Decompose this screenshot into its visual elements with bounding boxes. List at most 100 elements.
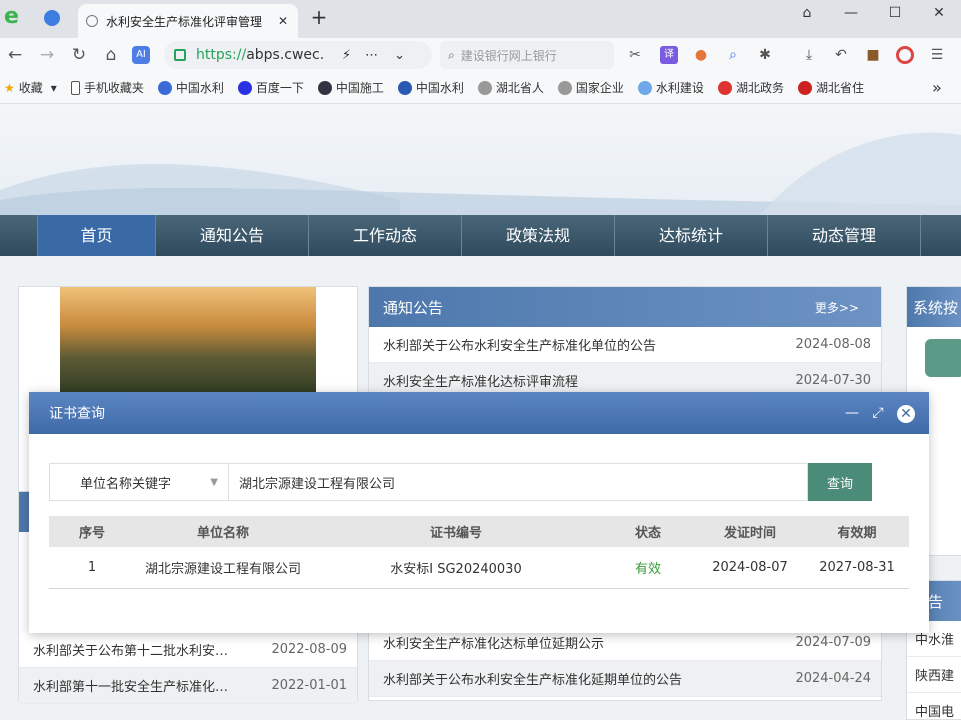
nav-item[interactable]: 首页 [38, 215, 156, 256]
send-icon[interactable] [44, 10, 60, 26]
chevron-down-icon: ▾ [50, 80, 57, 95]
nav-item[interactable]: 工作动态 [309, 215, 462, 256]
bookmark-item[interactable]: 中国水利 [397, 79, 464, 96]
news-title[interactable]: 陕西建 [915, 665, 954, 684]
nav-item[interactable]: 达标统计 [615, 215, 768, 256]
reload-button[interactable]: ↻ [68, 44, 90, 66]
browser-logo-icon[interactable]: e [4, 6, 26, 28]
news-title[interactable]: 水利安全生产标准化达标评审流程 [383, 371, 578, 390]
bookmark-item[interactable]: 中国水利 [157, 79, 224, 96]
tab-close-icon[interactable]: ✕ [276, 14, 290, 28]
globe-icon [557, 80, 572, 95]
notice-panel-header: 通知公告 更多>> [369, 287, 881, 327]
select-value: 单位名称关键字 [80, 476, 172, 492]
news-row[interactable]: 中国电 [907, 693, 961, 720]
bookmark-item[interactable]: 国家企业 [557, 79, 624, 96]
column-header: 发证时间 [695, 516, 805, 547]
bookmark-item[interactable]: 湖北省人 [477, 79, 544, 96]
close-icon[interactable]: ✕ [897, 405, 915, 423]
forward-button[interactable]: → [36, 44, 58, 66]
search-type-select[interactable]: 单位名称关键字 ▼ [49, 463, 229, 501]
minimize-button[interactable]: — [836, 2, 866, 24]
game-icon[interactable]: ● [692, 46, 710, 64]
bookmark-item[interactable]: 中国施工 [317, 79, 384, 96]
news-title[interactable]: 水利部第十一批安全生产标准化… [33, 676, 228, 695]
news-row[interactable]: 水利部关于公布水利安全生产标准化单位的公告 2024-08-08 [369, 327, 881, 363]
certificate-number-cell: 水安标Ⅰ SG20240030 [311, 547, 601, 589]
more-icon[interactable]: ⋯ [365, 48, 378, 63]
landscape-image[interactable] [60, 287, 316, 397]
table-row[interactable]: 1 湖北宗源建设工程有限公司 水安标Ⅰ SG20240030 有效 2024-0… [49, 547, 909, 589]
profile-icon[interactable] [896, 46, 914, 64]
browser-tab[interactable]: 水利安全生产标准化评审管理 ✕ [78, 4, 298, 38]
lock-icon [174, 49, 186, 61]
news-row[interactable]: 水利部第十一批安全生产标准化… 2022-01-01 [19, 668, 357, 704]
news-title[interactable]: 水利安全生产标准化达标单位延期公示 [383, 633, 604, 652]
bookmark-item[interactable]: 湖北政务 [717, 79, 784, 96]
news-title[interactable]: 水利部关于公布水利安全生产标准化延期单位的公告 [383, 669, 682, 688]
column-header: 证书编号 [311, 516, 601, 547]
page-banner [0, 105, 961, 215]
status-cell: 有效 [601, 547, 695, 589]
nav-item[interactable]: 动态管理 [768, 215, 921, 256]
back-button[interactable]: ← [4, 44, 26, 66]
chevron-down-icon: ▼ [210, 476, 218, 488]
news-date: 2022-08-09 [271, 642, 347, 657]
address-bar[interactable]: https://abps.cwec. ⚡ ⋯ ⌄ [164, 41, 432, 69]
globe-icon [86, 15, 98, 27]
bookmark-item[interactable]: 水利建设 [637, 79, 704, 96]
nav-item[interactable]: 政策法规 [462, 215, 615, 256]
url-scheme: https:// [196, 47, 247, 63]
news-title[interactable]: 水利部关于公布第十二批水利安… [33, 640, 228, 659]
more-bookmarks-icon[interactable]: » [932, 78, 942, 97]
bookmark-item[interactable]: 百度一下 [237, 79, 304, 96]
news-title[interactable]: 水利部关于公布水利安全生产标准化单位的公告 [383, 335, 656, 354]
menu-icon[interactable]: ☰ [928, 46, 946, 64]
table-header-row: 序号 单位名称 证书编号 状态 发证时间 有效期 [49, 516, 909, 547]
query-button[interactable]: 查询 [808, 463, 872, 501]
news-row[interactable]: 陕西建 [907, 657, 961, 693]
bookmark-item[interactable]: 湖北省住 [797, 79, 864, 96]
row-number: 1 [49, 547, 135, 589]
news-date: 2024-08-08 [795, 337, 871, 352]
unit-name-input[interactable] [229, 463, 808, 501]
home-icon[interactable]: ⌂ [100, 44, 122, 66]
maximize-icon[interactable]: ⤢ [869, 404, 887, 422]
shirt-icon[interactable]: ⌂ [792, 2, 822, 24]
search-input[interactable]: ⌕ 建设银行网上银行 [440, 41, 614, 69]
minimize-icon[interactable]: — [843, 404, 861, 422]
undo-icon[interactable]: ↶ [832, 46, 850, 64]
search-icon: ⌕ [448, 47, 455, 62]
news-row[interactable]: 水利部关于公布第十二批水利安… 2022-08-09 [19, 632, 357, 668]
news-title[interactable]: 中国电 [915, 701, 954, 720]
expiry-date-cell: 2027-08-31 [805, 547, 909, 589]
more-link[interactable]: 更多>> [815, 299, 859, 316]
ai-icon[interactable]: AI [132, 46, 150, 64]
tab-title: 水利安全生产标准化评审管理 [106, 14, 263, 29]
nav-item[interactable]: 通知公告 [156, 215, 309, 256]
browser-toolbar: ← → ↻ ⌂ AI https://abps.cwec. ⚡ ⋯ ⌄ ⌕ 建设… [0, 38, 961, 72]
chevron-down-icon[interactable]: ⌄ [394, 48, 405, 63]
site-icon [317, 80, 332, 95]
translate-icon[interactable]: 译 [660, 46, 678, 64]
news-date: 2022-01-01 [271, 678, 347, 693]
bookmark-item[interactable]: 手机收藏夹 [70, 79, 144, 96]
magnifier-icon[interactable]: ⌕ [724, 46, 742, 64]
scissors-icon[interactable]: ✂ [626, 46, 644, 64]
briefcase-icon[interactable]: ■ [864, 46, 882, 64]
news-row[interactable]: 水利部关于公布水利安全生产标准化延期单位的公告 2024-04-24 [369, 661, 881, 697]
close-window-button[interactable]: ✕ [924, 2, 954, 24]
news-date: 2024-07-09 [795, 635, 871, 650]
bookmark-item[interactable]: ★ 收藏 ▾ [4, 79, 57, 96]
column-header: 序号 [49, 516, 135, 547]
system-button[interactable] [925, 339, 961, 377]
maximize-button[interactable]: ☐ [880, 2, 910, 24]
download-icon[interactable]: ⤓ [800, 46, 818, 64]
star-icon: ★ [4, 80, 15, 95]
lightning-icon[interactable]: ⚡ [342, 48, 351, 63]
puzzle-icon[interactable]: ✱ [756, 46, 774, 64]
dialog-title: 证书查询 [49, 406, 105, 422]
column-header: 有效期 [805, 516, 909, 547]
new-tab-button[interactable]: + [308, 7, 330, 29]
